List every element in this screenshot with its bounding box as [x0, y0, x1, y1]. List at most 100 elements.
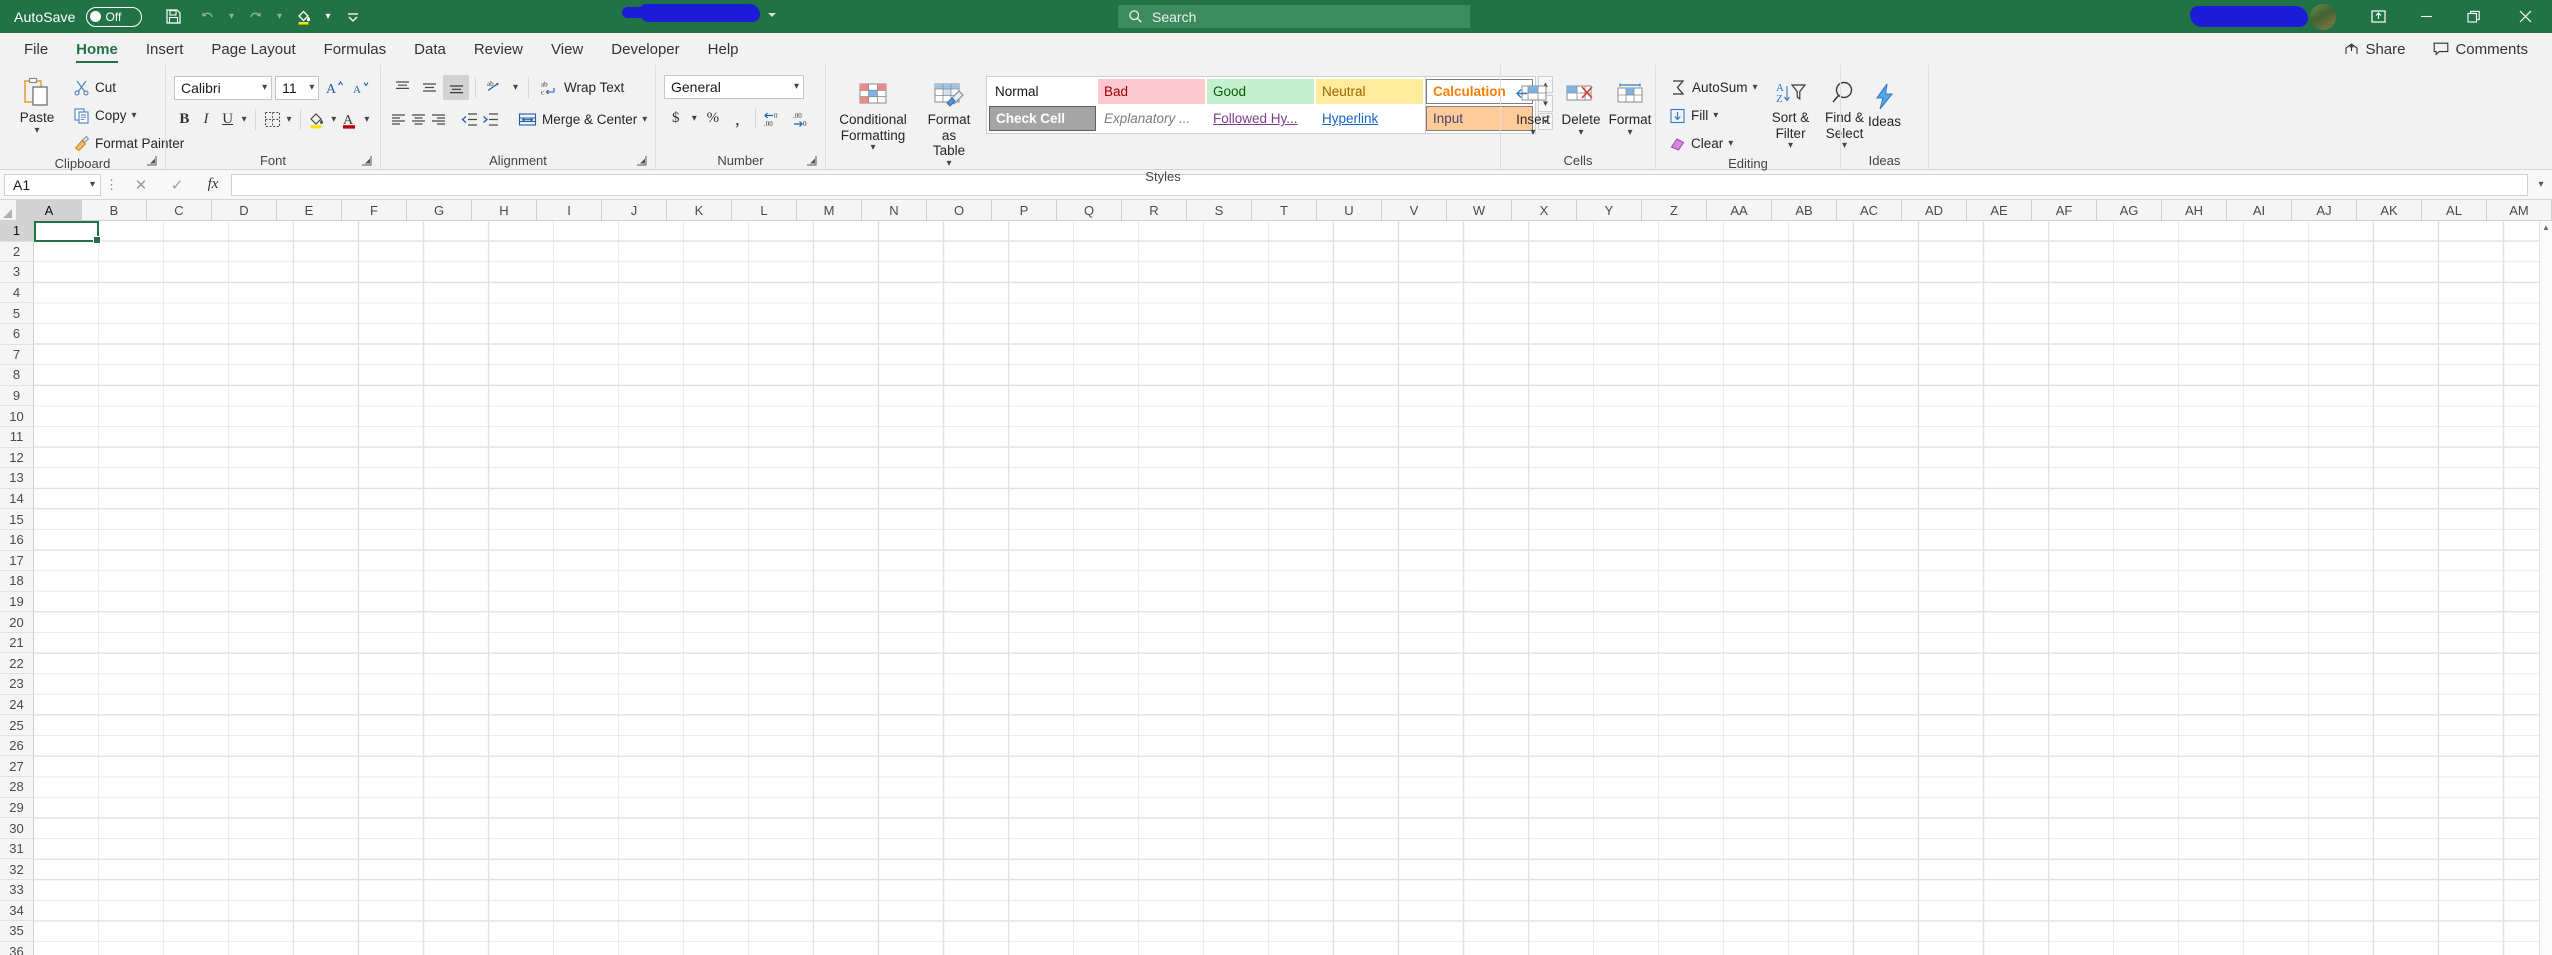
- decrease-font-size-button[interactable]: A: [349, 75, 372, 100]
- clear-button[interactable]: Clear ▾: [1664, 131, 1763, 156]
- column-header-Q[interactable]: Q: [1057, 200, 1122, 221]
- row-header-20[interactable]: 20: [0, 612, 34, 633]
- row-header-33[interactable]: 33: [0, 880, 34, 901]
- row-header-35[interactable]: 35: [0, 921, 34, 942]
- column-header-E[interactable]: E: [277, 200, 342, 221]
- tab-page-layout[interactable]: Page Layout: [197, 33, 309, 65]
- bold-button[interactable]: B: [174, 107, 195, 132]
- comments-button[interactable]: Comments: [2423, 37, 2538, 62]
- save-icon[interactable]: [158, 3, 190, 31]
- column-header-I[interactable]: I: [537, 200, 602, 221]
- column-header-P[interactable]: P: [992, 200, 1057, 221]
- column-header-AH[interactable]: AH: [2162, 200, 2227, 221]
- ideas-button[interactable]: Ideas: [1857, 77, 1913, 130]
- font-color-caret-icon[interactable]: ▾: [362, 107, 372, 132]
- tab-data[interactable]: Data: [400, 33, 460, 65]
- column-header-V[interactable]: V: [1382, 200, 1447, 221]
- cell-style-followed-hyperlink[interactable]: Followed Hy...: [1207, 106, 1314, 131]
- column-header-AB[interactable]: AB: [1772, 200, 1837, 221]
- increase-indent-icon[interactable]: [481, 107, 501, 132]
- redo-icon[interactable]: [240, 3, 272, 31]
- column-header-Z[interactable]: Z: [1642, 200, 1707, 221]
- tab-home[interactable]: Home: [62, 33, 132, 65]
- name-box-caret-icon[interactable]: ▾: [90, 179, 95, 190]
- autosave-toggle[interactable]: Off: [85, 6, 142, 27]
- column-header-AG[interactable]: AG: [2097, 200, 2162, 221]
- search-input[interactable]: Search: [1118, 5, 1470, 28]
- font-color-icon[interactable]: A: [340, 107, 361, 132]
- column-header-U[interactable]: U: [1317, 200, 1382, 221]
- font-name-caret-icon[interactable]: ▾: [262, 82, 267, 93]
- font-name-combobox[interactable]: Calibri ▾: [174, 75, 273, 100]
- column-header-S[interactable]: S: [1187, 200, 1252, 221]
- insert-function-icon[interactable]: fx: [195, 174, 231, 196]
- borders-icon[interactable]: [262, 107, 283, 132]
- tab-view[interactable]: View: [537, 33, 597, 65]
- row-header-6[interactable]: 6: [0, 323, 34, 345]
- row-header-22[interactable]: 22: [0, 653, 34, 675]
- fill-button[interactable]: Fill ▾: [1664, 103, 1763, 128]
- enter-icon[interactable]: ✓: [159, 174, 195, 196]
- middle-align-button[interactable]: [416, 75, 442, 100]
- avatar[interactable]: [2310, 3, 2336, 30]
- ribbon-display-options-icon[interactable]: [2354, 0, 2402, 33]
- row-header-4[interactable]: 4: [0, 282, 34, 304]
- close-icon[interactable]: [2498, 0, 2552, 33]
- increase-decimal-icon[interactable]: 0.00: [762, 106, 789, 131]
- row-header-24[interactable]: 24: [0, 694, 34, 716]
- conditional-formatting-button[interactable]: Conditional Formatting ▾: [834, 75, 912, 153]
- column-header-B[interactable]: B: [82, 200, 147, 221]
- column-header-AL[interactable]: AL: [2422, 200, 2487, 221]
- format-cells-caret-icon[interactable]: ▾: [1627, 127, 1632, 138]
- column-header-AA[interactable]: AA: [1707, 200, 1772, 221]
- column-header-AF[interactable]: AF: [2032, 200, 2097, 221]
- number-format-combobox[interactable]: General ▾: [664, 75, 804, 99]
- account-name-redacted[interactable]: [2190, 6, 2308, 27]
- tab-formulas[interactable]: Formulas: [310, 33, 401, 65]
- row-header-19[interactable]: 19: [0, 591, 34, 613]
- select-all-corner[interactable]: [0, 200, 17, 221]
- row-header-13[interactable]: 13: [0, 468, 34, 489]
- tab-file[interactable]: File: [10, 33, 62, 65]
- vertical-scrollbar[interactable]: ▲ ▼: [2539, 221, 2552, 955]
- row-header-29[interactable]: 29: [0, 797, 34, 819]
- row-header-17[interactable]: 17: [0, 550, 34, 572]
- column-header-AE[interactable]: AE: [1967, 200, 2032, 221]
- column-header-T[interactable]: T: [1252, 200, 1317, 221]
- cell-area[interactable]: ▲ ▼: [34, 221, 2552, 955]
- row-header-27[interactable]: 27: [0, 756, 34, 778]
- column-header-AC[interactable]: AC: [1837, 200, 1902, 221]
- orientation-caret-icon[interactable]: ▾: [509, 75, 522, 100]
- cell-style-check-cell[interactable]: Check Cell: [989, 106, 1096, 131]
- paste-dropdown-caret-icon[interactable]: ▾: [34, 125, 39, 136]
- delete-cells-button[interactable]: Delete ▾: [1557, 75, 1605, 138]
- comma-style-button[interactable]: ,: [726, 106, 749, 131]
- row-header-8[interactable]: 8: [0, 365, 34, 386]
- row-header-7[interactable]: 7: [0, 344, 34, 366]
- insert-cells-caret-icon[interactable]: ▾: [1530, 127, 1535, 138]
- row-header-10[interactable]: 10: [0, 406, 34, 427]
- font-size-caret-icon[interactable]: ▾: [309, 82, 314, 93]
- minimize-icon[interactable]: [2402, 0, 2450, 33]
- decrease-indent-icon[interactable]: [460, 107, 480, 132]
- row-header-9[interactable]: 9: [0, 385, 34, 407]
- column-header-K[interactable]: K: [667, 200, 732, 221]
- insert-cells-button[interactable]: Insert ▾: [1509, 75, 1557, 138]
- cell-style-hyperlink[interactable]: Hyperlink: [1316, 106, 1423, 131]
- column-header-O[interactable]: O: [927, 200, 992, 221]
- tab-help[interactable]: Help: [694, 33, 753, 65]
- column-header-AD[interactable]: AD: [1902, 200, 1967, 221]
- row-header-36[interactable]: 36: [0, 941, 34, 955]
- accounting-format-button[interactable]: $: [664, 106, 687, 131]
- restore-icon[interactable]: [2450, 0, 2498, 33]
- borders-caret-icon[interactable]: ▾: [284, 107, 294, 132]
- autosum-button[interactable]: AutoSum ▾: [1664, 75, 1763, 100]
- tab-insert[interactable]: Insert: [132, 33, 198, 65]
- paste-button[interactable]: Paste ▾: [8, 73, 66, 136]
- row-header-34[interactable]: 34: [0, 900, 34, 922]
- column-header-R[interactable]: R: [1122, 200, 1187, 221]
- row-header-12[interactable]: 12: [0, 447, 34, 469]
- document-title-caret-icon[interactable]: [768, 13, 776, 17]
- cancel-icon[interactable]: ✕: [123, 174, 159, 196]
- format-cells-button[interactable]: Format ▾: [1605, 75, 1655, 138]
